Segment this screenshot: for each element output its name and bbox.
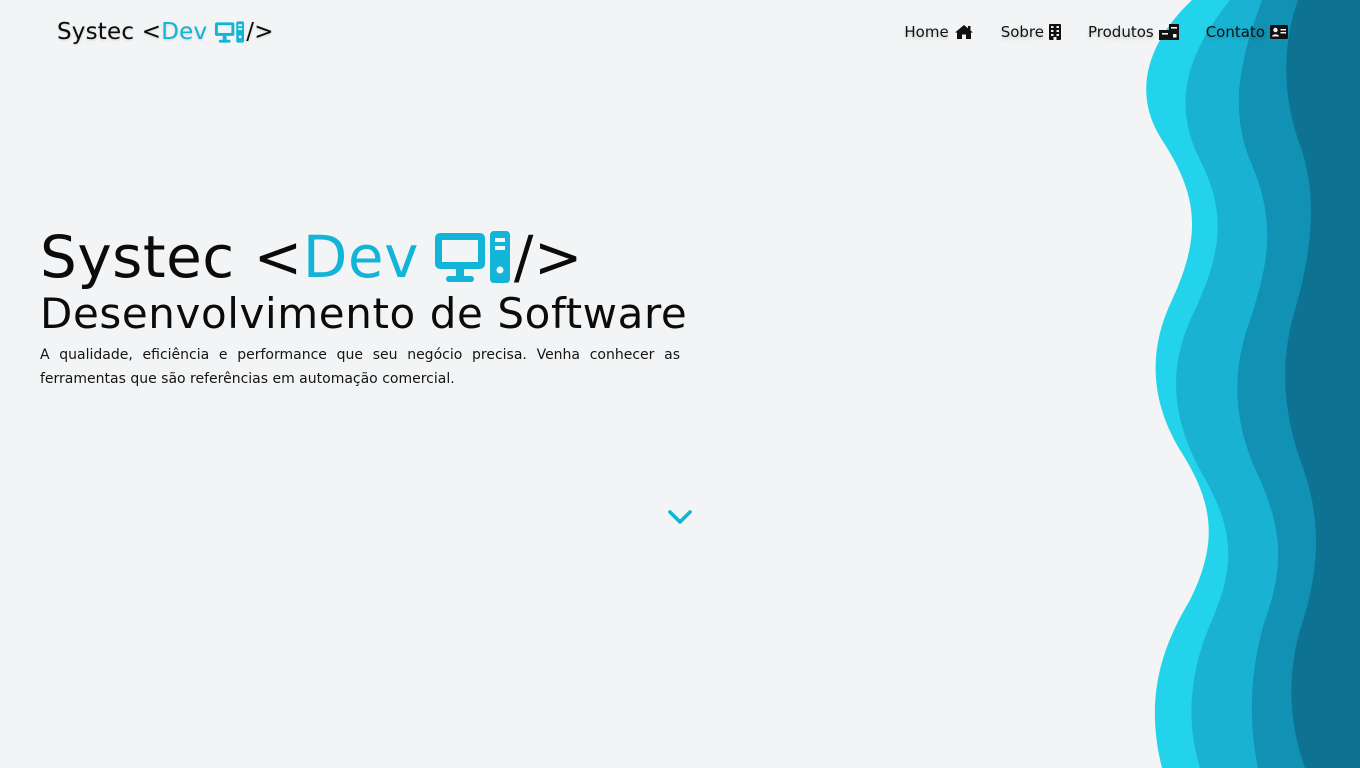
brand-suffix: /> — [246, 19, 274, 45]
hero-title-suffix: /> — [513, 223, 584, 291]
building-icon — [1049, 24, 1061, 40]
brand-prefix: Systec < — [57, 19, 162, 45]
hero-title: Systec < Dev /> — [40, 222, 700, 292]
desktop-pc-icon — [434, 229, 512, 285]
landing-page: Systec < Dev /> Home Sobre Produtos Cont… — [0, 0, 1360, 768]
decorative-waves — [1146, 0, 1360, 768]
brand-logo[interactable]: Systec < Dev /> — [57, 16, 274, 48]
brand-accent: Dev — [161, 19, 208, 45]
nav-item-label: Contato — [1205, 23, 1265, 41]
nav-item-contato[interactable]: Contato — [1206, 20, 1288, 44]
nav-item-label: Home — [904, 23, 949, 41]
nav-item-produtos[interactable]: Produtos — [1088, 20, 1179, 44]
nav-item-label: Produtos — [1088, 23, 1154, 41]
nav-item-home[interactable]: Home — [904, 20, 973, 44]
top-navbar: Systec < Dev /> Home Sobre Produtos Cont… — [0, 0, 1360, 64]
hero-description: A qualidade, eficiência e performance qu… — [40, 347, 680, 387]
nav-item-label: Sobre — [1000, 23, 1044, 41]
wave-layer-darkest — [1285, 0, 1360, 768]
desktop-pc-icon — [214, 20, 245, 44]
hero-title-accent: Dev — [302, 223, 419, 291]
chevron-down-icon — [667, 508, 693, 526]
main-nav: Home Sobre Produtos Contato — [904, 20, 1288, 44]
home-icon — [954, 24, 974, 40]
hero-subtitle: Desenvolvimento de Software — [40, 289, 688, 338]
address-card-icon — [1270, 24, 1288, 40]
scroll-down-button[interactable] — [667, 508, 693, 526]
hero-section: Systec < Dev /> Desenvolvimento de Softw… — [40, 222, 700, 391]
boxes-icon — [1158, 24, 1179, 40]
hero-title-prefix: Systec < — [40, 223, 303, 291]
nav-item-sobre[interactable]: Sobre — [1001, 20, 1061, 44]
